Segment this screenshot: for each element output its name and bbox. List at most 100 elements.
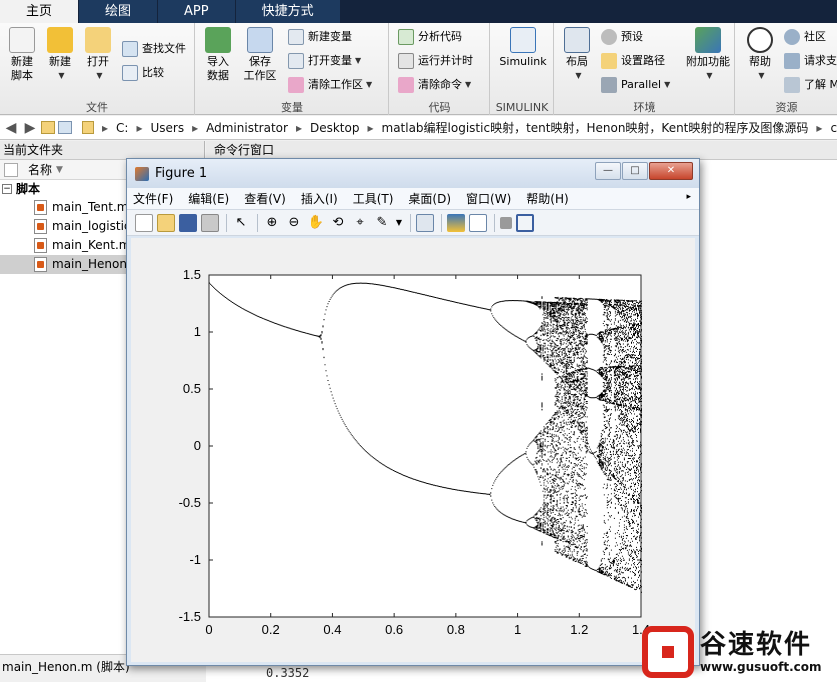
clear-workspace-button[interactable]: 清除工作区 ▼ xyxy=(288,75,372,95)
forward-arrow-icon[interactable]: ▶ xyxy=(22,120,38,136)
help-button[interactable]: 帮助 ▼ xyxy=(740,27,780,83)
matlab-file-icon xyxy=(34,219,47,234)
variable-group: 导入 数据 保存 工作区 新建变量 打开变量 ▼ 清除工作区 ▼ 变量 xyxy=(196,23,389,115)
breadcrumb-separator: ▸ xyxy=(295,120,302,135)
sort-arrow-icon[interactable]: ▼ xyxy=(56,165,63,175)
brush-icon[interactable]: ✎ xyxy=(373,214,391,232)
save-workspace-button[interactable]: 保存 工作区 xyxy=(240,27,280,83)
community-button[interactable]: 社区 xyxy=(784,27,826,47)
learn-matlab-button[interactable]: 了解 M xyxy=(784,75,837,95)
clear-commands-button[interactable]: 清除命令 ▼ xyxy=(398,75,471,95)
new-figure-icon[interactable] xyxy=(135,213,153,232)
show-plot-tools-icon[interactable] xyxy=(516,213,534,232)
open-variable-button[interactable]: 打开变量 ▼ xyxy=(288,51,361,71)
simulink-button[interactable]: Simulink xyxy=(497,27,549,69)
breadcrumb-administrator[interactable]: Administrator xyxy=(206,121,288,135)
open-button[interactable]: 打开 ▼ xyxy=(78,27,118,83)
breadcrumb-subfolder[interactable]: c xyxy=(830,121,837,135)
print-icon[interactable] xyxy=(201,213,219,232)
parallel-icon xyxy=(601,77,617,93)
command-output-text: 0.3352 xyxy=(266,666,310,680)
import-icon xyxy=(205,27,231,53)
address-bar[interactable]: ◀ ▶ ▸ C: ▸ Users ▸ Administrator ▸ Deskt… xyxy=(0,116,837,140)
toolbar-separator xyxy=(494,213,495,232)
figure-titlebar[interactable]: Figure 1 — □ ✕ xyxy=(127,159,699,188)
compare-button[interactable]: 比较 xyxy=(122,63,164,83)
find-files-button[interactable]: 查找文件 xyxy=(122,39,186,59)
menu-file[interactable]: 文件(F) xyxy=(133,190,173,207)
new-variable-button[interactable]: 新建变量 xyxy=(288,27,352,47)
breadcrumb-separator: ▸ xyxy=(816,120,823,135)
legend-icon[interactable] xyxy=(469,213,487,232)
save-icon[interactable] xyxy=(179,213,197,232)
menu-window[interactable]: 窗口(W) xyxy=(466,190,511,207)
tab-apps[interactable]: APP xyxy=(158,0,235,23)
environment-group: 布局 ▼ 预设 设置路径 Parallel ▼ 附加功能 ▼ 环境 xyxy=(555,23,735,115)
matlab-logo-icon xyxy=(135,166,149,181)
matlab-file-icon xyxy=(34,257,47,272)
watermark-url: www.gusuoft.com xyxy=(700,660,822,674)
maximize-button[interactable]: □ xyxy=(622,162,648,180)
breadcrumb-project-folder[interactable]: matlab编程logistic映射，tent映射，Henon映射，Kent映射… xyxy=(382,119,809,136)
breadcrumb-separator: ▸ xyxy=(367,120,374,135)
menu-insert[interactable]: 插入(I) xyxy=(301,190,338,207)
tab-home[interactable]: 主页 xyxy=(0,0,79,23)
import-data-button[interactable]: 导入 数据 xyxy=(198,27,238,83)
menu-tools[interactable]: 工具(T) xyxy=(353,190,394,207)
hide-plot-tools-icon[interactable] xyxy=(500,216,512,229)
menu-view[interactable]: 查看(V) xyxy=(244,190,286,207)
link-plot-icon[interactable] xyxy=(416,213,434,232)
bifurcation-plot[interactable]: 0 0.2 0.4 0.6 0.8 1 1.2 1.4-1.5-1-0.500.511.5 xyxy=(131,238,695,662)
open-file-icon[interactable] xyxy=(157,213,175,232)
new-script-button[interactable]: 新建 脚本 xyxy=(2,27,42,83)
zoom-out-icon[interactable]: ⊖ xyxy=(285,214,303,232)
analyze-code-button[interactable]: 分析代码 xyxy=(398,27,462,47)
chevron-down-icon[interactable]: ▼ xyxy=(395,214,403,232)
open-variable-icon xyxy=(288,53,304,69)
close-button[interactable]: ✕ xyxy=(649,162,693,180)
menu-desktop[interactable]: 桌面(D) xyxy=(408,190,451,207)
chevron-down-icon: ▼ xyxy=(366,80,373,89)
figure-window[interactable]: Figure 1 — □ ✕ 文件(F) 编辑(E) 查看(V) 插入(I) 工… xyxy=(126,158,700,666)
set-path-button[interactable]: 设置路径 xyxy=(601,51,665,71)
name-column-header[interactable]: 名称 xyxy=(28,161,52,178)
request-support-button[interactable]: 请求支 xyxy=(784,51,837,71)
pan-hand-icon[interactable]: ✋ xyxy=(307,214,325,232)
colorbar-icon[interactable] xyxy=(447,213,465,232)
chevron-down-icon: ▼ xyxy=(58,71,65,80)
breadcrumb-drive[interactable]: C: xyxy=(116,121,128,135)
up-folder-icon[interactable] xyxy=(41,121,55,134)
browse-folder-icon[interactable] xyxy=(58,121,72,134)
collapse-icon[interactable]: − xyxy=(2,184,12,194)
menu-edit[interactable]: 编辑(E) xyxy=(188,190,229,207)
parallel-button[interactable]: Parallel ▼ xyxy=(601,75,670,95)
back-arrow-icon[interactable]: ◀ xyxy=(3,120,19,136)
add-ons-button[interactable]: 附加功能 ▼ xyxy=(683,27,733,83)
select-all-checkbox[interactable] xyxy=(4,162,18,177)
pointer-icon[interactable]: ↖ xyxy=(232,214,250,232)
y-tick-label: -0.5 xyxy=(179,495,201,510)
y-tick-label: 1.5 xyxy=(183,267,201,282)
menu-help[interactable]: 帮助(H) xyxy=(526,190,568,207)
data-cursor-icon[interactable]: ⌖ xyxy=(351,214,369,232)
figure-canvas[interactable]: 0 0.2 0.4 0.6 0.8 1 1.2 1.4 -1.5 -1 -0.5 0 0.5 1 1.5 xyxy=(131,238,695,662)
support-icon xyxy=(784,53,800,69)
minimize-button[interactable]: — xyxy=(595,162,621,180)
x-tick-label: 0.4 xyxy=(323,622,341,637)
layout-button[interactable]: 布局 ▼ xyxy=(557,27,597,83)
preferences-button[interactable]: 预设 xyxy=(601,27,643,47)
run-and-time-button[interactable]: 运行并计时 xyxy=(398,51,473,71)
new-button[interactable]: 新建 ▼ xyxy=(40,27,80,83)
code-group-label: 代码 xyxy=(428,101,451,114)
tab-plots[interactable]: 绘图 xyxy=(79,0,158,23)
zoom-in-icon[interactable]: ⊕ xyxy=(263,214,281,232)
matlab-file-icon xyxy=(34,200,47,215)
simulink-icon xyxy=(510,27,536,53)
tab-shortcuts[interactable]: 快捷方式 xyxy=(235,0,340,23)
menubar-expand-icon[interactable]: ▸ xyxy=(686,192,691,202)
y-tick-label: -1 xyxy=(189,552,201,567)
rotate-3d-icon[interactable]: ⟲ xyxy=(329,214,347,232)
breadcrumb-desktop[interactable]: Desktop xyxy=(310,121,360,135)
chevron-down-icon: ▼ xyxy=(575,71,582,80)
breadcrumb-users[interactable]: Users xyxy=(150,121,184,135)
